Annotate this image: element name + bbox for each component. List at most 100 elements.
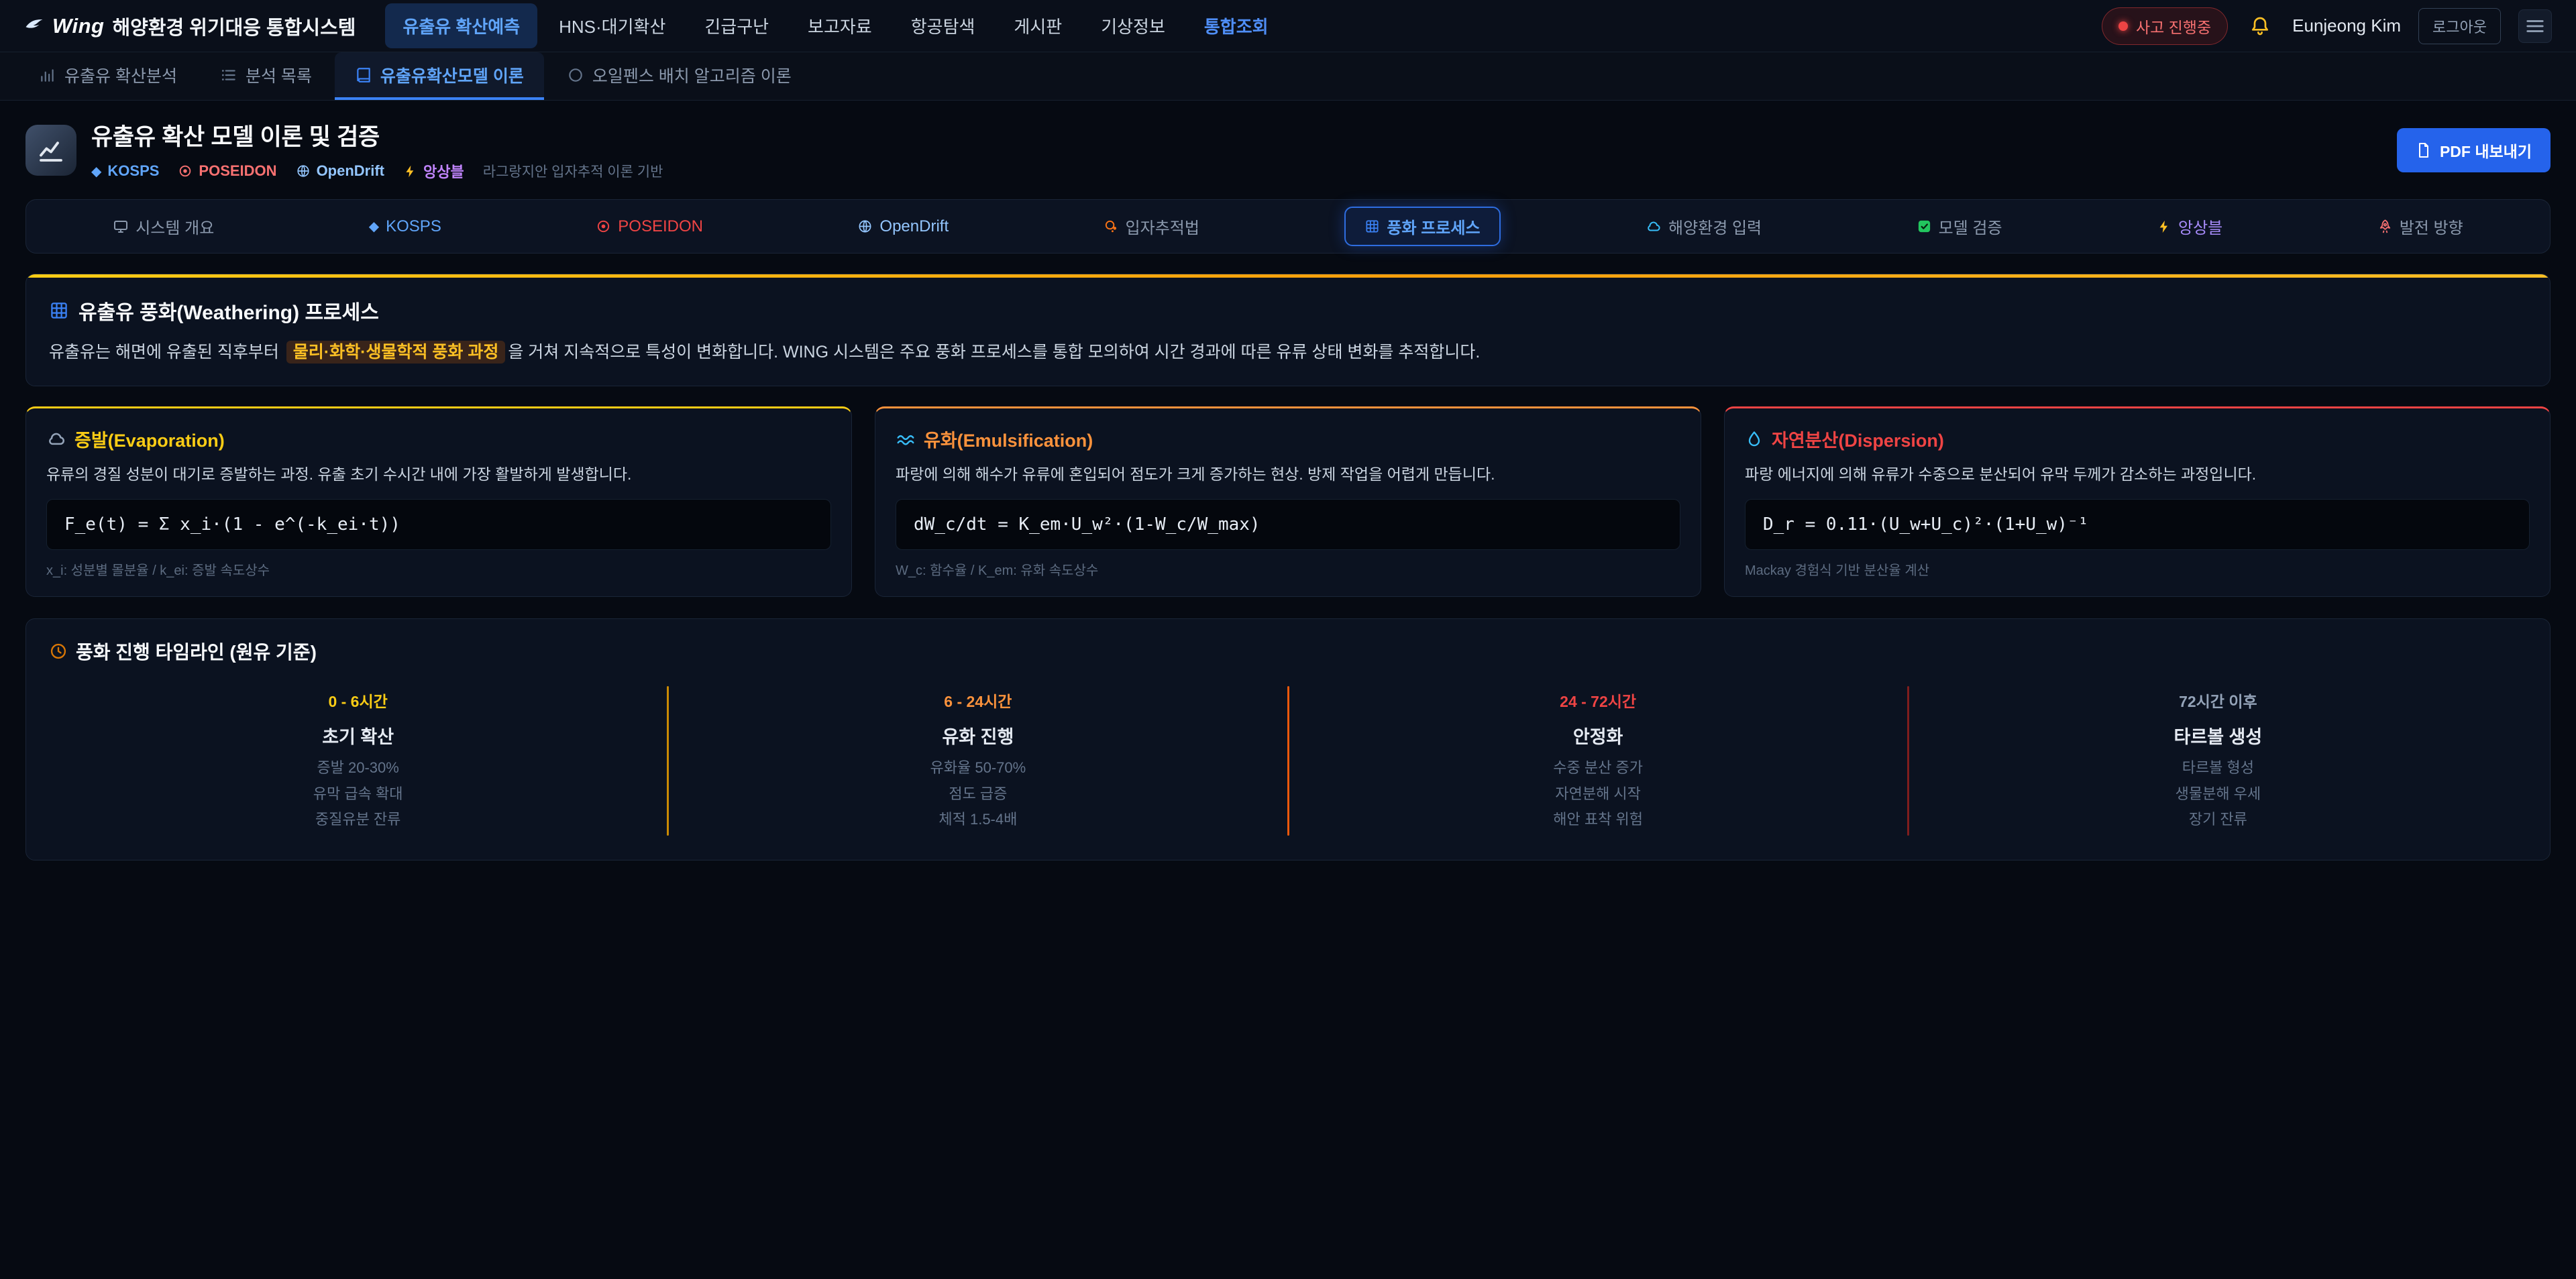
notification-bell-button[interactable] (2245, 11, 2275, 41)
section-nav-label: 입자추적법 (1126, 215, 1199, 238)
badge-kosps: ◆ KOSPS (91, 162, 159, 180)
process-card-description: 파랑 에너지에 의해 유류가 수중으로 분산되어 유막 두께가 감소하는 과정입… (1745, 463, 2530, 488)
nav-item-aerial-search[interactable]: 항공탐색 (894, 3, 993, 48)
tab-label: 유출유확산모델 이론 (380, 63, 524, 87)
process-card-title: 자연분산(Dispersion) (1772, 426, 1944, 452)
main-nav: 유출유 확산예측 HNS·대기확산 긴급구난 보고자료 항공탐색 게시판 기상정… (385, 3, 1285, 48)
formula-block: dW_c/dt = K_em·U_w²·(1-W_c/W_max) (896, 499, 1680, 550)
list-icon (220, 66, 237, 84)
accent-bar (26, 274, 2550, 278)
tab-label: 유출유 확산분석 (64, 63, 177, 87)
formula-text: D_r = 0.11·(U_w+U_c)²·(1+U_w)⁻¹ (1763, 514, 2088, 535)
section-nav-item-system-overview[interactable]: 시스템 개요 (103, 208, 223, 245)
stage-time: 24 - 72시간 (1303, 689, 1894, 712)
section-nav-label: 풍화 프로세스 (1387, 215, 1480, 238)
page-header: 유출유 확산 모델 이론 및 검증 ◆ KOSPS POSEIDON (25, 118, 2551, 182)
book-icon (355, 66, 372, 84)
hamburger-menu-button[interactable] (2518, 9, 2552, 43)
stage-name: 타르볼 생성 (1923, 722, 2514, 748)
process-card-emulsification: 유화(Emulsification) 파랑에 의해 해수가 유류에 혼입되어 점… (875, 406, 1701, 597)
badge-label: OpenDrift (317, 162, 384, 180)
page-title: 유출유 확산 모델 이론 및 검증 (91, 118, 663, 152)
user-name: Eunjeong Kim (2292, 15, 2401, 36)
weathering-section-title: 유출유 풍화(Weathering) 프로세스 (78, 296, 379, 325)
stage-time: 0 - 6시간 (62, 689, 653, 712)
model-theory-icon (25, 125, 76, 176)
section-nav-label: 해양환경 입력 (1668, 215, 1762, 238)
weathering-timeline-card: 풍화 진행 타임라인 (원유 기준) 0 - 6시간 초기 확산 증발 20-3… (25, 618, 2551, 860)
stage-time: 72시간 이후 (1923, 689, 2514, 712)
section-nav-label: POSEIDON (618, 217, 703, 236)
badge-label: POSEIDON (199, 162, 276, 180)
nav-item-weather-info[interactable]: 기상정보 (1083, 3, 1183, 48)
section-nav-item-particle-tracking[interactable]: 입자추적법 (1094, 208, 1209, 245)
stage-time: 6 - 24시간 (682, 689, 1273, 712)
process-card-description: 유류의 경질 성분이 대기로 증발하는 과정. 유출 초기 수시간 내에 가장 … (46, 463, 831, 488)
nav-item-reports[interactable]: 보고자료 (790, 3, 890, 48)
app-title: 해양환경 위기대응 통합시스템 (112, 12, 356, 40)
section-nav-item-model-validation[interactable]: 모델 검증 (1907, 208, 2012, 245)
process-cards: 증발(Evaporation) 유류의 경질 성분이 대기로 증발하는 과정. … (25, 406, 2551, 597)
section-nav-item-opendrift[interactable]: OpenDrift (848, 211, 958, 243)
timeline-stage-3: 24 - 72시간 안정화 수중 분산 증가 자연분해 시작 해안 표착 위험 (1289, 686, 1907, 836)
clock-icon (49, 642, 68, 661)
stage-detail: 점도 급증 (682, 781, 1273, 808)
app-logo[interactable]: Wing 해양환경 위기대응 통합시스템 (24, 12, 356, 40)
tab-spill-analysis[interactable]: 유출유 확산분석 (19, 52, 197, 100)
wave-icon (896, 429, 916, 449)
nav-item-emergency-rescue[interactable]: 긴급구난 (687, 3, 786, 48)
section-nav-item-kosps[interactable]: ◆ KOSPS (360, 211, 451, 243)
incident-status-badge[interactable]: 사고 진행중 (2102, 7, 2228, 45)
bell-icon (2249, 15, 2271, 37)
section-nav-item-weathering-process[interactable]: 풍화 프로세스 (1344, 207, 1500, 246)
logout-button[interactable]: 로그아웃 (2418, 8, 2501, 44)
nav-item-board[interactable]: 게시판 (996, 3, 1079, 48)
section-nav-item-poseidon[interactable]: POSEIDON (586, 211, 712, 243)
tab-analysis-list[interactable]: 분석 목록 (200, 52, 332, 100)
timeline-stage-1: 0 - 6시간 초기 확산 증발 20-30% 유막 급속 확대 중질유분 잔류 (49, 686, 667, 836)
formula-block: D_r = 0.11·(U_w+U_c)²·(1+U_w)⁻¹ (1745, 499, 2530, 550)
nav-item-spill-prediction[interactable]: 유출유 확산예측 (385, 3, 537, 48)
grid-icon (49, 300, 69, 321)
formula-caption: W_c: 함수율 / K_em: 유화 속도상수 (896, 559, 1680, 579)
globe-icon (857, 219, 873, 234)
top-navbar: Wing 해양환경 위기대응 통합시스템 유출유 확산예측 HNS·대기확산 긴… (0, 0, 2576, 52)
section-nav-item-future-direction[interactable]: 발전 방향 (2368, 208, 2473, 245)
sub-tabbar: 유출유 확산분석 분석 목록 유출유확산모델 이론 오일펜스 배치 알고리즘 이… (0, 52, 2576, 101)
section-nav-label: 시스템 개요 (136, 215, 214, 238)
incident-status-label: 사고 진행중 (2136, 15, 2211, 38)
cloud-icon (1646, 219, 1662, 235)
rocket-icon (2377, 219, 2393, 234)
stage-name: 안정화 (1303, 722, 1894, 748)
formula-caption: x_i: 성분별 몰분율 / k_ei: 증발 속도상수 (46, 559, 831, 579)
droplet-icon (1745, 430, 1764, 449)
section-nav-label: KOSPS (386, 217, 441, 236)
main-content: 유출유 확산 모델 이론 및 검증 ◆ KOSPS POSEIDON (0, 101, 2576, 860)
model-badges: ◆ KOSPS POSEIDON (91, 160, 663, 182)
nav-item-hns-atmospheric[interactable]: HNS·대기확산 (541, 3, 683, 48)
check-square-icon (1917, 219, 1932, 234)
hamburger-icon (2525, 16, 2545, 36)
nav-item-integrated-search[interactable]: 통합조회 (1187, 3, 1286, 48)
stage-detail: 체적 1.5-4배 (682, 807, 1273, 833)
section-nav-item-ensemble[interactable]: 앙상블 (2147, 208, 2232, 245)
tab-model-theory[interactable]: 유출유확산모델 이론 (335, 52, 544, 100)
timeline-stage-2: 6 - 24시간 유화 진행 유화율 50-70% 점도 급증 체적 1.5-4… (669, 686, 1287, 836)
stage-detail: 유막 급속 확대 (62, 781, 653, 808)
diamond-icon: ◆ (369, 218, 379, 235)
desc-text: 을 거쳐 지속적으로 특성이 변화합니다. WING 시스템은 주요 풍화 프로… (508, 343, 1480, 362)
target-icon (178, 164, 193, 178)
badge-label: 앙상블 (423, 160, 464, 182)
process-card-title: 증발(Evaporation) (74, 426, 225, 452)
pdf-export-button[interactable]: PDF 내보내기 (2397, 128, 2551, 172)
diamond-icon: ◆ (91, 163, 101, 180)
formula-text: F_e(t) = Σ x_i·(1 - e^(-k_ei·t)) (64, 514, 400, 535)
tab-oilfence-theory[interactable]: 오일펜스 배치 알고리즘 이론 (547, 52, 812, 100)
timeline-stages: 0 - 6시간 초기 확산 증발 20-30% 유막 급속 확대 중질유분 잔류… (49, 686, 2527, 836)
badge-ensemble: 앙상블 (403, 160, 464, 182)
target-icon (596, 219, 611, 234)
particle-icon (1104, 219, 1119, 234)
stage-detail: 해안 표착 위험 (1303, 807, 1894, 833)
section-nav-item-ocean-env-input[interactable]: 해양환경 입력 (1636, 208, 1771, 245)
stage-detail: 장기 잔류 (1923, 807, 2514, 833)
